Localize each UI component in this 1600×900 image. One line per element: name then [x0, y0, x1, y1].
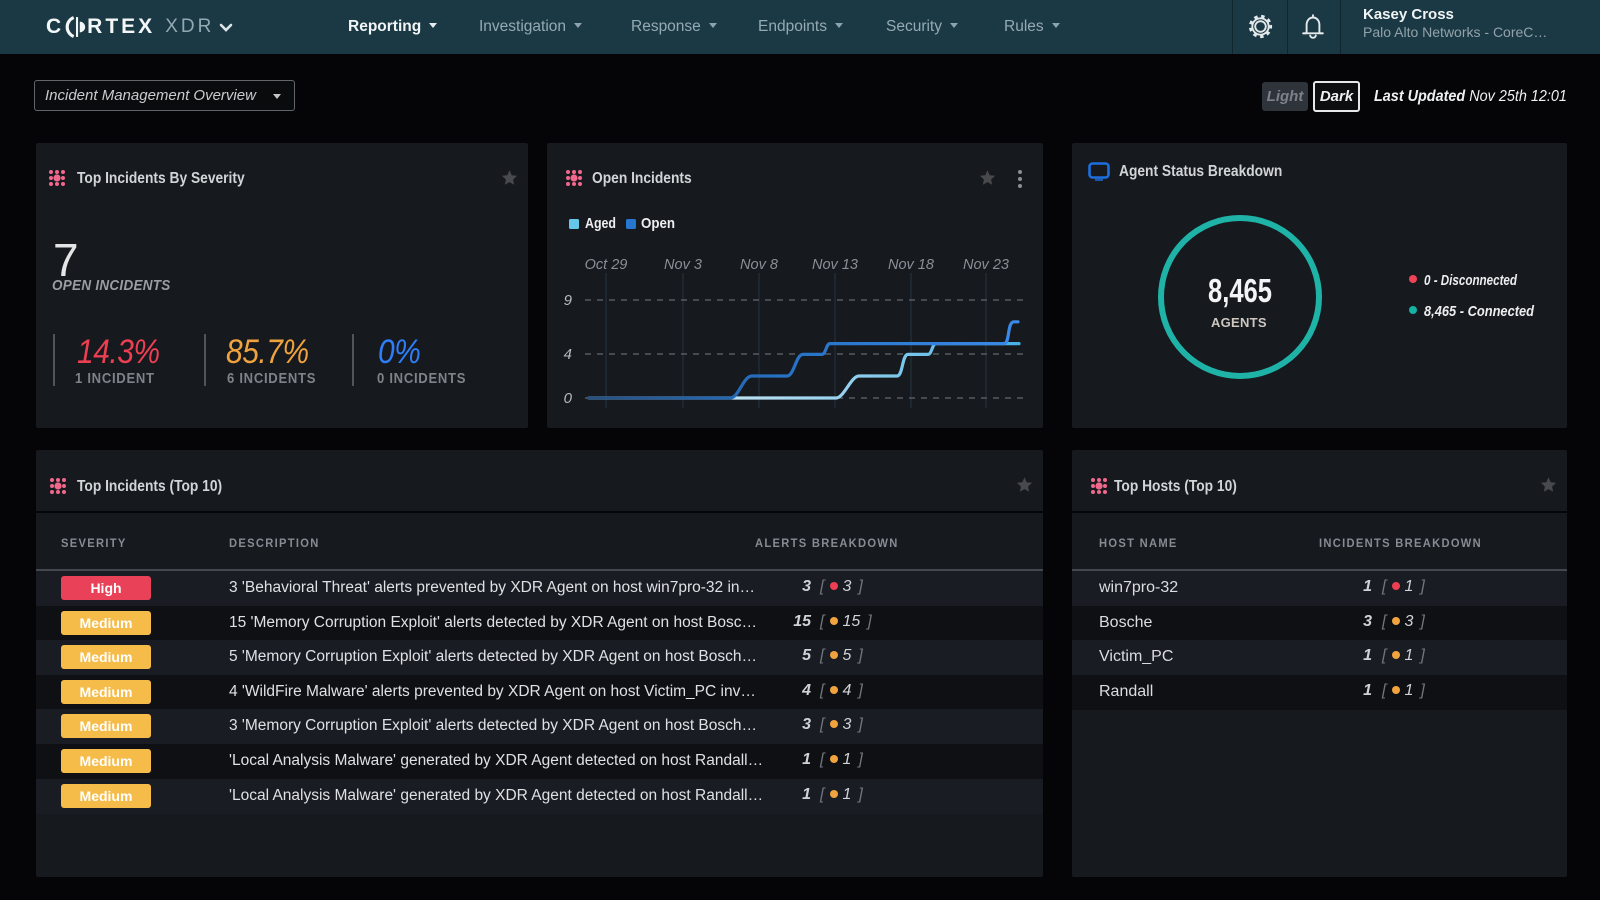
- svg-text:Nov 13: Nov 13: [812, 257, 858, 273]
- svg-text:Oct 29: Oct 29: [585, 257, 628, 273]
- svg-text:AGENTS: AGENTS: [1211, 315, 1269, 330]
- svg-text:9: 9: [564, 292, 573, 309]
- svg-text:Nov 3: Nov 3: [664, 257, 702, 273]
- svg-text:4: 4: [564, 346, 572, 363]
- svg-text:0: 0: [564, 390, 573, 407]
- svg-text:Open: Open: [641, 215, 675, 232]
- svg-text:Aged: Aged: [585, 215, 616, 232]
- svg-text:8,465 - Connected: 8,465 - Connected: [1424, 303, 1535, 320]
- svg-text:8,465: 8,465: [1208, 272, 1272, 309]
- svg-text:Nov 23: Nov 23: [963, 257, 1009, 273]
- svg-text:0 - Disconnected: 0 - Disconnected: [1424, 272, 1518, 289]
- svg-text:Nov 8: Nov 8: [740, 257, 778, 273]
- svg-text:Nov 18: Nov 18: [888, 257, 934, 273]
